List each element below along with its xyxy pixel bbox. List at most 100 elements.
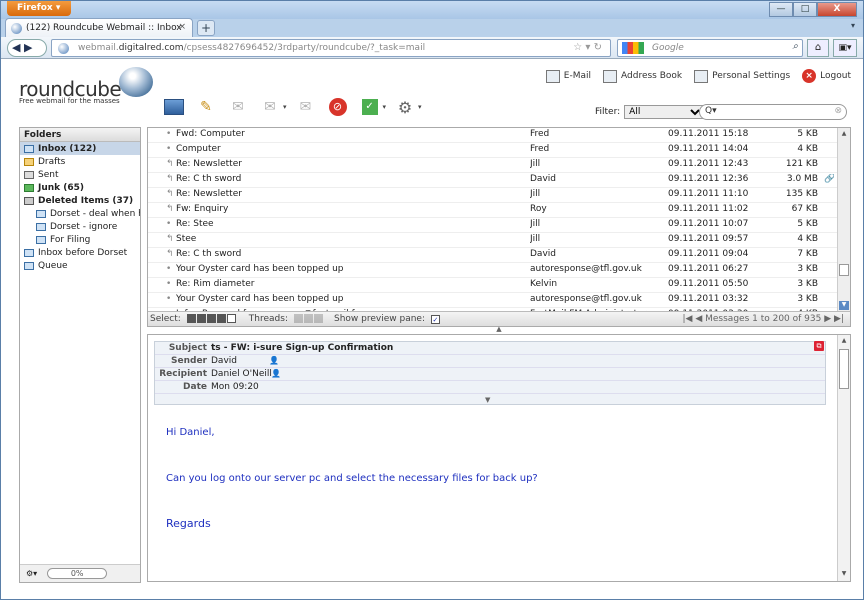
delete-icon: ⊘ — [328, 98, 347, 116]
select-none-icon[interactable] — [226, 314, 236, 323]
reply-all-dropdown-icon[interactable]: ▾ — [283, 103, 287, 111]
mark-dropdown-icon[interactable]: ▾ — [383, 103, 387, 111]
folder-label: Dorset - ignore — [50, 221, 118, 232]
close-tab-icon[interactable]: × — [178, 22, 186, 32]
first-page-icon[interactable]: |◀ — [682, 314, 692, 324]
nav-address-book-link[interactable]: Address Book — [603, 69, 682, 83]
table-row[interactable]: ↰ Re: Newsletter Jill 09.11.2011 11:10 135 K… — [148, 188, 850, 203]
minimize-button[interactable]: — — [769, 2, 793, 17]
prev-page-icon[interactable]: ◀ — [695, 314, 702, 324]
next-page-icon[interactable]: ▶ — [824, 314, 831, 324]
select-page-icon[interactable] — [196, 314, 206, 323]
forward-arrow-icon[interactable]: ▶ — [24, 41, 32, 54]
more-actions-button[interactable]: ⚙ — [392, 95, 418, 119]
preview-pane-checkbox[interactable]: ✓ — [430, 314, 440, 324]
home-button[interactable]: ⌂ — [807, 39, 829, 57]
table-row[interactable]: • Computer Fred 09.11.2011 14:04 4 KB — [148, 143, 850, 158]
preview-scrollbar[interactable]: ▲ ▼ — [837, 335, 850, 581]
folder-for-filing[interactable]: For Filing — [20, 233, 140, 246]
back-forward-buttons[interactable]: ◀ ▶ — [7, 39, 47, 57]
pane-splitter[interactable]: ▲ — [147, 326, 851, 333]
web-search-box[interactable]: Google ⌕ — [617, 39, 803, 57]
reply-all-button[interactable]: ✉ — [257, 95, 283, 119]
folder-drafts[interactable]: Drafts — [20, 155, 140, 168]
folder-sent[interactable]: Sent — [20, 168, 140, 181]
maximize-button[interactable]: □ — [793, 2, 817, 17]
bookmark-star-icon[interactable]: ☆ ▾ ↻ — [573, 42, 602, 53]
message-subject: Re: C th sword — [176, 174, 242, 184]
extensions-button[interactable]: ▣▾ — [833, 39, 857, 57]
folder-dorset-deal[interactable]: Dorset - deal when h — [20, 207, 140, 220]
message-size: 5 KB — [797, 129, 818, 139]
google-logo-icon[interactable] — [622, 42, 644, 54]
scroll-down-icon[interactable]: ▼ — [839, 301, 849, 310]
mark-icon: ✓ — [361, 99, 378, 115]
search-options-icon[interactable]: Q▾ — [705, 106, 717, 116]
select-unread-icon[interactable] — [206, 314, 216, 323]
mark-button[interactable]: ✓ — [357, 95, 383, 119]
folder-inbox[interactable]: Inbox (122) — [20, 142, 140, 155]
preview-scroll-thumb[interactable] — [839, 349, 849, 389]
firefox-menu-button[interactable]: Firefox ▾ — [7, 1, 71, 16]
message-size: 4 KB — [797, 234, 818, 244]
table-row[interactable]: • Re: Rim diameter Kelvin 09.11.2011 05:50 3… — [148, 278, 850, 293]
select-all-icon[interactable] — [186, 314, 196, 323]
sender-value[interactable]: David — [211, 356, 237, 366]
search-magnifier-icon[interactable]: ⌕ — [792, 41, 798, 52]
list-all-tabs-icon[interactable]: ▾ — [851, 21, 855, 30]
recipient-value[interactable]: Daniel O'Neill — [211, 369, 272, 379]
message-list-scrollbar[interactable]: ▲ ▼ — [837, 128, 850, 312]
sender-person-icon[interactable]: 👤 — [269, 356, 279, 365]
table-row[interactable]: ↰ Re: Newsletter Jill 09.11.2011 12:43 121 K… — [148, 158, 850, 173]
table-row[interactable]: ↰ Re: C th sword David 09.11.2011 12:36 3.0 … — [148, 173, 850, 188]
reply-button[interactable]: ✉ — [225, 95, 251, 119]
expand-all-icon[interactable] — [294, 314, 303, 323]
url-bar[interactable]: webmail.digitalred.com/cpsess4827696452/… — [51, 39, 611, 57]
scroll-up-icon[interactable]: ▲ — [839, 130, 849, 139]
tab-roundcube-inbox[interactable]: (122) Roundcube Webmail :: Inbox × — [5, 18, 193, 37]
open-in-new-window-icon[interactable]: ⧉ — [814, 341, 824, 351]
table-row[interactable]: • Fwd: Computer Fred 09.11.2011 15:18 5 KB — [148, 128, 850, 143]
folder-actions-gear-icon[interactable]: ⚙▾ — [26, 569, 37, 578]
folder-junk[interactable]: Junk (65) — [20, 181, 140, 194]
search-placeholder: Google — [652, 43, 684, 53]
last-page-icon[interactable]: ▶| — [834, 314, 844, 324]
toggle-headers-icon[interactable]: ▼ — [485, 396, 490, 404]
table-row[interactable]: ↰ Stee Jill 09.11.2011 09:57 4 KB — [148, 233, 850, 248]
recipient-person-icon[interactable]: 👤 — [271, 369, 281, 378]
folder-inbox-before-dorset[interactable]: Inbox before Dorset — [20, 246, 140, 259]
filter-select[interactable]: All — [624, 105, 705, 119]
collapse-all-icon[interactable] — [314, 314, 323, 323]
select-invert-icon[interactable] — [216, 314, 226, 323]
message-date: 09.11.2011 09:04 — [668, 249, 749, 259]
nav-logout-label: Logout — [820, 71, 851, 81]
table-row[interactable]: • Re: Stee Jill 09.11.2011 10:07 5 KB — [148, 218, 850, 233]
table-row[interactable]: • Your Oyster card has been topped up auto… — [148, 293, 850, 308]
folder-deleted-items[interactable]: Deleted Items (37) — [20, 194, 140, 207]
message-headers: Subject ts - FW: i-sure Sign-up Confirmat… — [154, 341, 826, 405]
preview-scroll-up-icon[interactable]: ▲ — [839, 337, 849, 344]
expand-unread-icon[interactable] — [304, 314, 313, 323]
more-actions-dropdown-icon[interactable]: ▾ — [418, 103, 422, 111]
site-identity-icon[interactable] — [58, 43, 69, 54]
table-row[interactable]: ↰ Re: C th sword David 09.11.2011 09:04 7 KB — [148, 248, 850, 263]
table-row[interactable]: ↰ Fw: Enquiry Roy 09.11.2011 11:02 67 KB — [148, 203, 850, 218]
close-window-button[interactable]: X — [817, 2, 857, 17]
delete-button[interactable]: ⊘ — [325, 95, 351, 119]
preview-scroll-down-icon[interactable]: ▼ — [839, 570, 849, 577]
check-mail-button[interactable] — [161, 95, 187, 119]
folder-queue[interactable]: Queue — [20, 259, 140, 272]
back-arrow-icon[interactable]: ◀ — [12, 41, 20, 54]
check-mail-icon — [164, 99, 184, 115]
nav-logout-link[interactable]: × Logout — [802, 69, 851, 83]
compose-button[interactable]: ✎ — [193, 95, 219, 119]
table-row[interactable]: • Your Oyster card has been topped up auto… — [148, 263, 850, 278]
quick-search-input[interactable]: Q▾ ⊗ — [699, 104, 847, 120]
nav-settings-link[interactable]: Personal Settings — [694, 69, 790, 83]
scroll-thumb[interactable] — [839, 264, 849, 276]
forward-button[interactable]: ✉ — [293, 95, 319, 119]
nav-email-link[interactable]: E-Mail — [545, 69, 591, 83]
folder-dorset-ignore[interactable]: Dorset - ignore — [20, 220, 140, 233]
reset-search-icon[interactable]: ⊗ — [834, 106, 842, 116]
new-tab-button[interactable]: + — [197, 20, 215, 36]
